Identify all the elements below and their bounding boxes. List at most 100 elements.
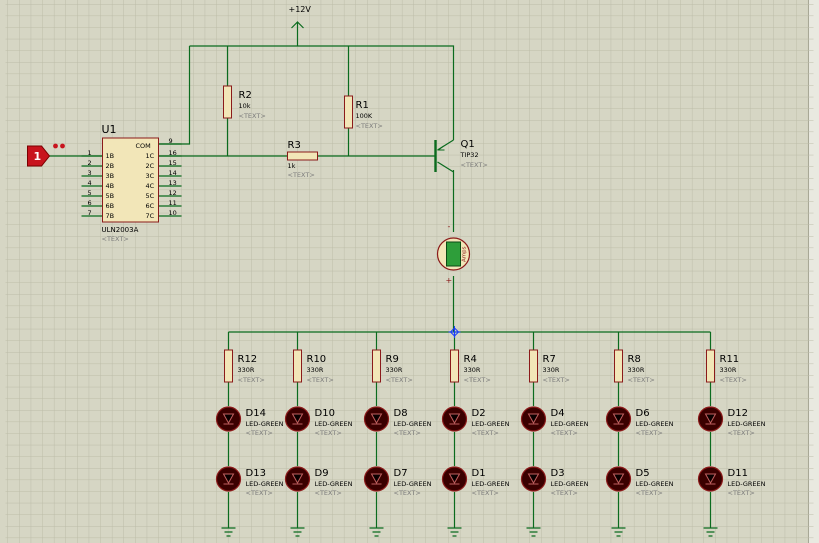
led-ref: D1 [472,468,486,479]
led-value: LED-GREEN [728,480,766,488]
power-label: +12V [289,5,312,14]
u1-left-pin-name: 5B [106,192,115,200]
schematic-canvas[interactable]: +12V 1 U1 COM 1 1B 2 2B 3 3B 4 4B 5 5B 6 6B 7 7B 9 16 1… [0,0,819,543]
led-ref: D12 [728,408,748,419]
led-text: <TEXT> [636,489,663,497]
r2-value: 10k [239,102,251,110]
u1-right-pin-num: 11 [169,199,177,207]
resistor-body [372,349,381,383]
resistor-ref: R11 [720,354,740,365]
r3-ref: R3 [288,140,301,151]
r2-ref: R2 [239,90,252,101]
resistor-value: 330R [720,366,737,374]
r1-value: 100K [356,112,373,120]
resistor-value: 330R [307,366,324,374]
u1-right-pin-num: 10 [169,209,177,217]
u1-left-pin-num: 3 [88,169,92,177]
u1-right-pin-name: 1C [146,152,155,160]
led-value: LED-GREEN [394,480,432,488]
resistor-text: <TEXT> [543,376,570,384]
led-ref: D10 [315,408,335,419]
q1-text: <TEXT> [461,161,488,169]
r1-text: <TEXT> [356,122,383,130]
ammeter-label: Amps [462,246,468,262]
resistor-value: 330R [628,366,645,374]
q1-ref: Q1 [461,139,475,150]
led-ref: D13 [246,468,266,479]
resistor-value: 330R [238,366,255,374]
resistor-ref: R12 [238,354,258,365]
led-value: LED-GREEN [636,480,674,488]
led-text: <TEXT> [551,429,578,437]
u1-left-pin-name: 1B [106,152,115,160]
u1-left-pin-num: 7 [88,209,92,217]
u1-right-pin-name: 7C [146,212,155,220]
resistor-ref: R10 [307,354,327,365]
input-terminal-label: 1 [34,150,42,163]
led-text: <TEXT> [315,429,342,437]
u1-left-pin-name: 6B [106,202,115,210]
u1-right-pin-name: 3C [146,172,155,180]
u1-left-pin-name: 4B [106,182,115,190]
u1-right-pin-num: 14 [169,169,177,177]
u1-right-pin-num: 16 [169,149,177,157]
led-ref: D11 [728,468,748,479]
resistor-body [529,349,538,383]
resistor-value: 330R [543,366,560,374]
resistor-value: 330R [464,366,481,374]
u1-right-pin-name: 6C [146,202,155,210]
led-text: <TEXT> [394,489,421,497]
resistor-text: <TEXT> [628,376,655,384]
led-value: LED-GREEN [728,420,766,428]
resistor-text: <TEXT> [386,376,413,384]
u1-right-pin-num: 15 [169,159,177,167]
led-ref: D7 [394,468,408,479]
u1-right-pin-num: 13 [169,179,177,187]
ammeter-display [446,241,461,267]
resistor-text: <TEXT> [307,376,334,384]
ammeter-minus: - [448,222,451,231]
u1-right-pin-name: 5C [146,192,155,200]
resistor-body [614,349,623,383]
led-ref: D8 [394,408,408,419]
led-ref: D14 [246,408,266,419]
u1-right-pin-num: 9 [169,137,173,145]
led-value: LED-GREEN [315,480,353,488]
resistor-ref: R4 [464,354,477,365]
resistor-body [706,349,715,383]
led-text: <TEXT> [728,429,755,437]
led-value: LED-GREEN [246,420,284,428]
led-text: <TEXT> [551,489,578,497]
led-value: LED-GREEN [472,420,510,428]
u1-text-placeholder: <TEXT> [102,235,129,243]
r3-value: 1k [288,162,296,170]
q1-value: TIP32 [460,151,479,159]
led-text: <TEXT> [315,489,342,497]
led-text: <TEXT> [472,429,499,437]
u1-right-pin-num: 12 [169,189,177,197]
led-ref: D9 [315,468,329,479]
led-value: LED-GREEN [636,420,674,428]
u1-left-pin-num: 5 [88,189,92,197]
led-ref: D6 [636,408,650,419]
resistor-body [224,349,233,383]
u1-left-pin-num: 2 [88,159,92,167]
terminal-dot [53,143,58,149]
u1-right-pin-name: 4C [146,182,155,190]
resistor-body [450,349,459,383]
u1-com-label: COM [136,142,151,150]
u1-ref: U1 [102,123,117,136]
led-ref: D2 [472,408,486,419]
u1-left-pin-num: 6 [88,199,92,207]
u1-left-pin-name: 3B [106,172,115,180]
r3-text: <TEXT> [288,171,315,179]
led-value: LED-GREEN [246,480,284,488]
u1-part: ULN2003A [102,226,139,234]
resistor-text: <TEXT> [720,376,747,384]
resistor-ref: R8 [628,354,641,365]
resistor-text: <TEXT> [238,376,265,384]
resistor-text: <TEXT> [464,376,491,384]
u1-left-pin-name: 2B [106,162,115,170]
led-text: <TEXT> [728,489,755,497]
r2-text: <TEXT> [239,112,266,120]
